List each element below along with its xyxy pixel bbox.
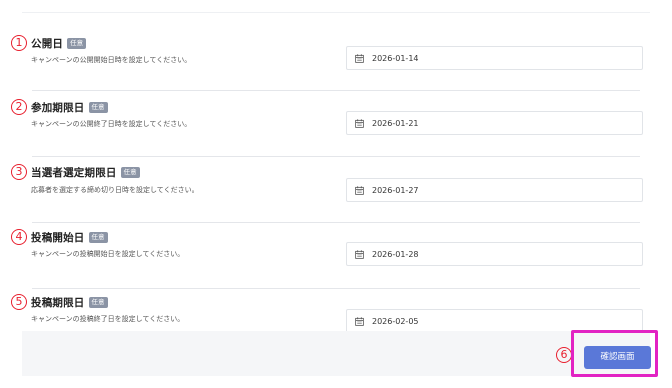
date-value: 2026-01-27 bbox=[372, 185, 419, 195]
calendar-icon bbox=[355, 118, 364, 128]
optional-badge: 任意 bbox=[67, 38, 87, 49]
annotation-marker-6: 6 bbox=[556, 347, 572, 363]
field-title: 参加期限日 bbox=[31, 102, 85, 114]
date-value: 2026-02-05 bbox=[372, 316, 419, 326]
field-row-winner-selection-deadline: 3 当選者選定期限日 任意 応募者を選定する締め切り日時を設定してください。 2… bbox=[11, 157, 650, 223]
optional-badge: 任意 bbox=[88, 297, 108, 308]
date-value: 2026-01-14 bbox=[372, 53, 419, 63]
field-title: 投稿期限日 bbox=[31, 297, 85, 309]
field-title-line: 公開日 任意 bbox=[31, 36, 87, 51]
field-description: キャンペーンの投稿開始日を設定してください。 bbox=[31, 250, 185, 258]
field-row-entry-deadline: 2 参加期限日 任意 キャンペーンの公開終了日時を設定してください。 2026-… bbox=[11, 91, 650, 157]
annotation-marker-5: 5 bbox=[11, 294, 27, 310]
field-title-line: 投稿期限日 任意 bbox=[31, 295, 108, 310]
publish-date-input[interactable]: 2026-01-14 bbox=[346, 46, 643, 70]
field-description: キャンペーンの公開終了日時を設定してください。 bbox=[31, 120, 192, 128]
optional-badge: 任意 bbox=[88, 232, 108, 243]
field-description: キャンペーンの公開開始日時を設定してください。 bbox=[31, 56, 192, 64]
annotation-marker-2: 2 bbox=[11, 99, 27, 115]
calendar-icon bbox=[355, 53, 364, 63]
winner-selection-deadline-input[interactable]: 2026-01-27 bbox=[346, 178, 643, 202]
field-title: 当選者選定期限日 bbox=[31, 167, 117, 179]
optional-badge: 任意 bbox=[120, 167, 140, 178]
post-start-date-input[interactable]: 2026-01-28 bbox=[346, 242, 643, 266]
optional-badge: 任意 bbox=[88, 102, 108, 113]
field-title: 投稿開始日 bbox=[31, 232, 85, 244]
date-settings-card: 1 公開日 任意 キャンペーンの公開開始日時を設定してください。 2026-01… bbox=[11, 12, 650, 376]
field-description: キャンペーンの投稿終了日を設定してください。 bbox=[31, 315, 185, 323]
field-title-line: 参加期限日 任意 bbox=[31, 100, 108, 115]
date-value: 2026-01-28 bbox=[372, 249, 419, 259]
highlight-box bbox=[571, 330, 658, 377]
annotation-marker-1: 1 bbox=[11, 35, 27, 51]
calendar-icon bbox=[355, 316, 364, 326]
date-value: 2026-01-21 bbox=[372, 118, 419, 128]
field-title-line: 当選者選定期限日 任意 bbox=[31, 165, 140, 180]
field-description: 応募者を選定する締め切り日時を設定してください。 bbox=[31, 186, 199, 194]
entry-deadline-input[interactable]: 2026-01-21 bbox=[346, 111, 643, 135]
annotation-marker-3: 3 bbox=[11, 164, 27, 180]
annotation-marker-4: 4 bbox=[11, 229, 27, 245]
field-title: 公開日 bbox=[31, 38, 64, 50]
field-row-post-start-date: 4 投稿開始日 任意 キャンペーンの投稿開始日を設定してください。 2026-0… bbox=[11, 223, 650, 289]
field-row-publish-date: 1 公開日 任意 キャンペーンの公開開始日時を設定してください。 2026-01… bbox=[11, 25, 650, 91]
field-title-line: 投稿開始日 任意 bbox=[31, 230, 108, 245]
calendar-icon bbox=[355, 249, 364, 259]
calendar-icon bbox=[355, 185, 364, 195]
